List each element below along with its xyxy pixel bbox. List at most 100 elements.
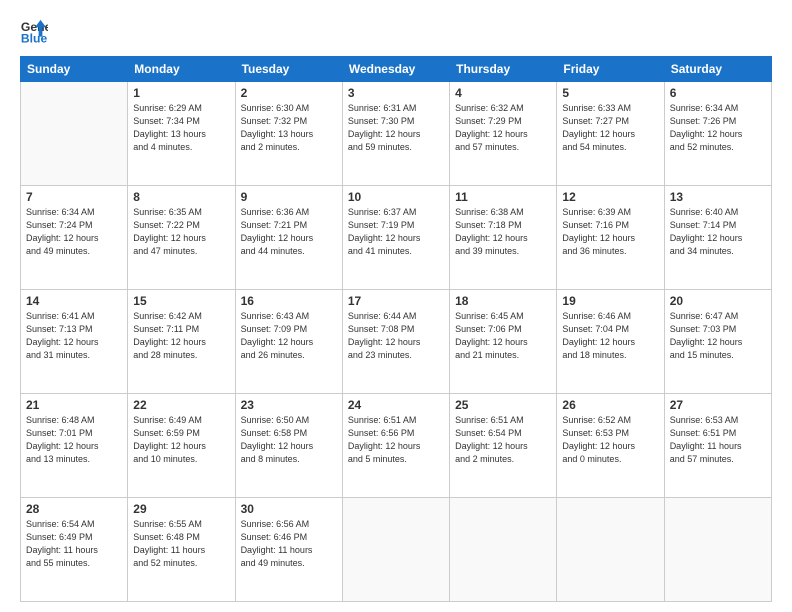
day-number: 27 [670, 398, 766, 412]
header: General Blue [20, 18, 772, 46]
calendar-cell [21, 82, 128, 186]
cell-content: Sunrise: 6:30 AM Sunset: 7:32 PM Dayligh… [241, 102, 337, 154]
day-number: 25 [455, 398, 551, 412]
calendar-cell: 1 Sunrise: 6:29 AM Sunset: 7:34 PM Daylig… [128, 82, 235, 186]
cell-content: Sunrise: 6:37 AM Sunset: 7:19 PM Dayligh… [348, 206, 444, 258]
day-number: 1 [133, 86, 229, 100]
day-header-tuesday: Tuesday [235, 57, 342, 82]
cell-content: Sunrise: 6:35 AM Sunset: 7:22 PM Dayligh… [133, 206, 229, 258]
day-number: 7 [26, 190, 122, 204]
calendar-cell: 19 Sunrise: 6:46 AM Sunset: 7:04 PM Dayli… [557, 290, 664, 394]
calendar-cell: 18Sunrise: 6:45 AM Sunset: 7:06 PM Dayli… [450, 290, 557, 394]
cell-content: Sunrise: 6:48 AM Sunset: 7:01 PM Dayligh… [26, 414, 122, 466]
cell-content: Sunrise: 6:53 AM Sunset: 6:51 PM Dayligh… [670, 414, 766, 466]
cell-content: Sunrise: 6:47 AM Sunset: 7:03 PM Dayligh… [670, 310, 766, 362]
day-header-friday: Friday [557, 57, 664, 82]
cell-content: Sunrise: 6:32 AM Sunset: 7:29 PM Dayligh… [455, 102, 551, 154]
calendar-cell: 17 Sunrise: 6:44 AM Sunset: 7:08 PM Dayli… [342, 290, 449, 394]
cell-content: Sunrise: 6:42 AM Sunset: 7:11 PM Dayligh… [133, 310, 229, 362]
cell-content: Sunrise: 6:34 AM Sunset: 7:24 PM Dayligh… [26, 206, 122, 258]
calendar-cell [342, 498, 449, 602]
calendar-cell: 27 Sunrise: 6:53 AM Sunset: 6:51 PM Dayli… [664, 394, 771, 498]
calendar-cell: 21 Sunrise: 6:48 AM Sunset: 7:01 PM Dayli… [21, 394, 128, 498]
day-number: 14 [26, 294, 122, 308]
logo-icon: General Blue [20, 18, 48, 46]
day-number: 8 [133, 190, 229, 204]
calendar-cell: 22Sunrise: 6:49 AM Sunset: 6:59 PM Dayli… [128, 394, 235, 498]
day-number: 30 [241, 502, 337, 516]
calendar-cell: 20 Sunrise: 6:47 AM Sunset: 7:03 PM Dayli… [664, 290, 771, 394]
day-number: 3 [348, 86, 444, 100]
day-header-thursday: Thursday [450, 57, 557, 82]
calendar-week-1: 1 Sunrise: 6:29 AM Sunset: 7:34 PM Daylig… [21, 82, 772, 186]
calendar-cell: 16Sunrise: 6:43 AM Sunset: 7:09 PM Dayli… [235, 290, 342, 394]
calendar-cell: 15 Sunrise: 6:42 AM Sunset: 7:11 PM Dayli… [128, 290, 235, 394]
cell-content: Sunrise: 6:44 AM Sunset: 7:08 PM Dayligh… [348, 310, 444, 362]
cell-content: Sunrise: 6:56 AM Sunset: 6:46 PM Dayligh… [241, 518, 337, 570]
cell-content: Sunrise: 6:29 AM Sunset: 7:34 PM Dayligh… [133, 102, 229, 154]
calendar-cell: 29 Sunrise: 6:55 AM Sunset: 6:48 PM Dayli… [128, 498, 235, 602]
calendar-cell: 4Sunrise: 6:32 AM Sunset: 7:29 PM Daylig… [450, 82, 557, 186]
day-header-saturday: Saturday [664, 57, 771, 82]
calendar-cell: 28Sunrise: 6:54 AM Sunset: 6:49 PM Dayli… [21, 498, 128, 602]
day-number: 20 [670, 294, 766, 308]
calendar-cell: 26 Sunrise: 6:52 AM Sunset: 6:53 PM Dayli… [557, 394, 664, 498]
day-number: 2 [241, 86, 337, 100]
calendar-cell: 14 Sunrise: 6:41 AM Sunset: 7:13 PM Dayli… [21, 290, 128, 394]
calendar-cell: 7 Sunrise: 6:34 AM Sunset: 7:24 PM Daylig… [21, 186, 128, 290]
calendar-week-5: 28Sunrise: 6:54 AM Sunset: 6:49 PM Dayli… [21, 498, 772, 602]
cell-content: Sunrise: 6:34 AM Sunset: 7:26 PM Dayligh… [670, 102, 766, 154]
day-number: 19 [562, 294, 658, 308]
day-number: 24 [348, 398, 444, 412]
day-number: 29 [133, 502, 229, 516]
day-number: 15 [133, 294, 229, 308]
calendar-week-2: 7 Sunrise: 6:34 AM Sunset: 7:24 PM Daylig… [21, 186, 772, 290]
svg-text:Blue: Blue [21, 31, 48, 45]
calendar-cell: 6 Sunrise: 6:34 AM Sunset: 7:26 PM Daylig… [664, 82, 771, 186]
cell-content: Sunrise: 6:49 AM Sunset: 6:59 PM Dayligh… [133, 414, 229, 466]
cell-content: Sunrise: 6:52 AM Sunset: 6:53 PM Dayligh… [562, 414, 658, 466]
day-number: 28 [26, 502, 122, 516]
day-number: 23 [241, 398, 337, 412]
cell-content: Sunrise: 6:33 AM Sunset: 7:27 PM Dayligh… [562, 102, 658, 154]
day-number: 26 [562, 398, 658, 412]
day-number: 21 [26, 398, 122, 412]
calendar-header-row: SundayMondayTuesdayWednesdayThursdayFrid… [21, 57, 772, 82]
calendar-cell: 13 Sunrise: 6:40 AM Sunset: 7:14 PM Dayli… [664, 186, 771, 290]
day-number: 6 [670, 86, 766, 100]
cell-content: Sunrise: 6:55 AM Sunset: 6:48 PM Dayligh… [133, 518, 229, 570]
day-number: 13 [670, 190, 766, 204]
day-number: 16 [241, 294, 337, 308]
calendar-table: SundayMondayTuesdayWednesdayThursdayFrid… [20, 56, 772, 602]
calendar-page: General Blue SundayMondayTuesdayWednesda… [0, 0, 792, 612]
day-number: 5 [562, 86, 658, 100]
day-header-sunday: Sunday [21, 57, 128, 82]
day-number: 12 [562, 190, 658, 204]
calendar-cell: 11 Sunrise: 6:38 AM Sunset: 7:18 PM Dayli… [450, 186, 557, 290]
cell-content: Sunrise: 6:51 AM Sunset: 6:56 PM Dayligh… [348, 414, 444, 466]
calendar-cell: 23 Sunrise: 6:50 AM Sunset: 6:58 PM Dayli… [235, 394, 342, 498]
day-header-monday: Monday [128, 57, 235, 82]
cell-content: Sunrise: 6:40 AM Sunset: 7:14 PM Dayligh… [670, 206, 766, 258]
calendar-cell: 24 Sunrise: 6:51 AM Sunset: 6:56 PM Dayli… [342, 394, 449, 498]
calendar-cell [557, 498, 664, 602]
day-number: 17 [348, 294, 444, 308]
calendar-cell: 8 Sunrise: 6:35 AM Sunset: 7:22 PM Daylig… [128, 186, 235, 290]
calendar-week-4: 21 Sunrise: 6:48 AM Sunset: 7:01 PM Dayli… [21, 394, 772, 498]
calendar-cell: 25 Sunrise: 6:51 AM Sunset: 6:54 PM Dayli… [450, 394, 557, 498]
cell-content: Sunrise: 6:36 AM Sunset: 7:21 PM Dayligh… [241, 206, 337, 258]
cell-content: Sunrise: 6:46 AM Sunset: 7:04 PM Dayligh… [562, 310, 658, 362]
cell-content: Sunrise: 6:41 AM Sunset: 7:13 PM Dayligh… [26, 310, 122, 362]
cell-content: Sunrise: 6:31 AM Sunset: 7:30 PM Dayligh… [348, 102, 444, 154]
calendar-cell: 5 Sunrise: 6:33 AM Sunset: 7:27 PM Daylig… [557, 82, 664, 186]
cell-content: Sunrise: 6:39 AM Sunset: 7:16 PM Dayligh… [562, 206, 658, 258]
cell-content: Sunrise: 6:38 AM Sunset: 7:18 PM Dayligh… [455, 206, 551, 258]
cell-content: Sunrise: 6:51 AM Sunset: 6:54 PM Dayligh… [455, 414, 551, 466]
calendar-cell: 30 Sunrise: 6:56 AM Sunset: 6:46 PM Dayli… [235, 498, 342, 602]
day-number: 9 [241, 190, 337, 204]
calendar-cell [450, 498, 557, 602]
calendar-cell: 3 Sunrise: 6:31 AM Sunset: 7:30 PM Daylig… [342, 82, 449, 186]
day-number: 11 [455, 190, 551, 204]
calendar-cell [664, 498, 771, 602]
cell-content: Sunrise: 6:50 AM Sunset: 6:58 PM Dayligh… [241, 414, 337, 466]
